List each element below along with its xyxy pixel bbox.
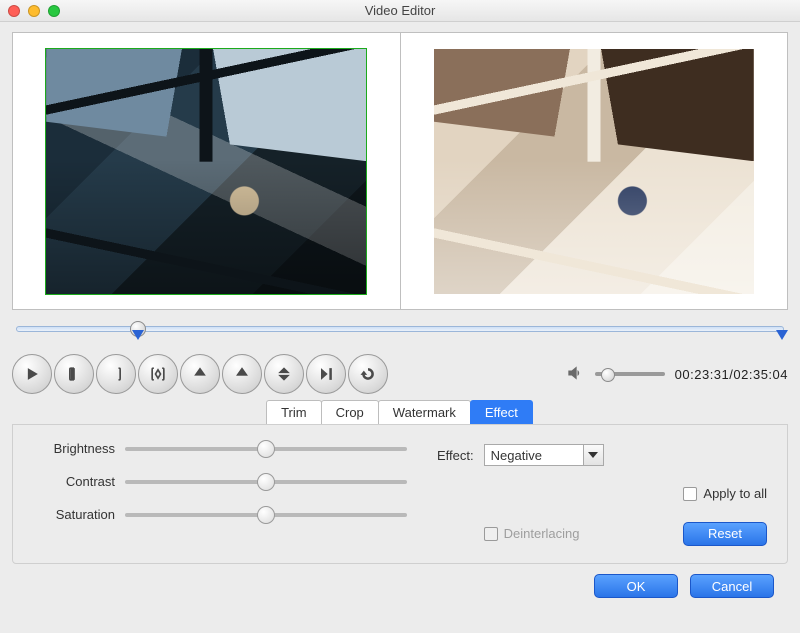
tab-crop[interactable]: Crop bbox=[321, 400, 379, 424]
effect-selected: Negative bbox=[485, 448, 583, 463]
timecode: 00:23:31/02:35:04 bbox=[675, 367, 788, 382]
apply-to-all-label: Apply to all bbox=[703, 486, 767, 501]
time-total: 02:35:04 bbox=[733, 367, 788, 382]
checkbox-icon bbox=[683, 487, 697, 501]
tabs: Trim Crop Watermark Effect bbox=[12, 400, 788, 424]
saturation-slider[interactable] bbox=[125, 513, 407, 517]
tab-effect[interactable]: Effect bbox=[470, 400, 533, 424]
range-button[interactable] bbox=[138, 354, 178, 394]
brightness-slider[interactable] bbox=[125, 447, 407, 451]
deinterlacing-label: Deinterlacing bbox=[504, 526, 580, 541]
titlebar: Video Editor bbox=[0, 0, 800, 22]
transport-buttons bbox=[12, 354, 388, 394]
apply-to-all-checkbox[interactable]: Apply to all bbox=[683, 486, 767, 501]
timeline[interactable] bbox=[12, 318, 788, 344]
volume-icon bbox=[565, 363, 585, 386]
tab-watermark[interactable]: Watermark bbox=[378, 400, 471, 424]
trim-start-marker[interactable] bbox=[132, 330, 144, 340]
contrast-label: Contrast bbox=[37, 474, 115, 489]
effect-image bbox=[434, 49, 754, 294]
trim-end-marker[interactable] bbox=[776, 330, 788, 340]
ok-button[interactable]: OK bbox=[594, 574, 678, 598]
contrast-slider[interactable] bbox=[125, 480, 407, 484]
play-button[interactable] bbox=[12, 354, 52, 394]
chevron-down-icon bbox=[583, 445, 603, 465]
preview-effect bbox=[400, 33, 788, 309]
preview-panes bbox=[12, 32, 788, 310]
step-forward-button[interactable] bbox=[306, 354, 346, 394]
undo-button[interactable] bbox=[348, 354, 388, 394]
volume-slider[interactable] bbox=[595, 372, 665, 376]
mark-in-button[interactable] bbox=[54, 354, 94, 394]
time-current: 00:23:31 bbox=[675, 367, 730, 382]
effect-frame bbox=[434, 49, 754, 294]
preview-original bbox=[13, 33, 400, 309]
brightness-label: Brightness bbox=[37, 441, 115, 456]
effect-label: Effect: bbox=[437, 448, 474, 463]
mark-out-button[interactable] bbox=[96, 354, 136, 394]
flip-vertical-button[interactable] bbox=[264, 354, 304, 394]
original-frame bbox=[46, 49, 366, 294]
reset-button[interactable]: Reset bbox=[683, 522, 767, 546]
tab-trim[interactable]: Trim bbox=[266, 400, 322, 424]
window-title: Video Editor bbox=[0, 3, 800, 18]
prev-keyframe-button[interactable] bbox=[180, 354, 220, 394]
checkbox-icon bbox=[484, 527, 498, 541]
next-keyframe-button[interactable] bbox=[222, 354, 262, 394]
effect-select[interactable]: Negative bbox=[484, 444, 604, 466]
original-image bbox=[46, 49, 366, 294]
effect-panel: Brightness Contrast Saturation Effect: N… bbox=[12, 424, 788, 564]
saturation-label: Saturation bbox=[37, 507, 115, 522]
deinterlacing-checkbox: Deinterlacing bbox=[484, 526, 604, 541]
cancel-button[interactable]: Cancel bbox=[690, 574, 774, 598]
